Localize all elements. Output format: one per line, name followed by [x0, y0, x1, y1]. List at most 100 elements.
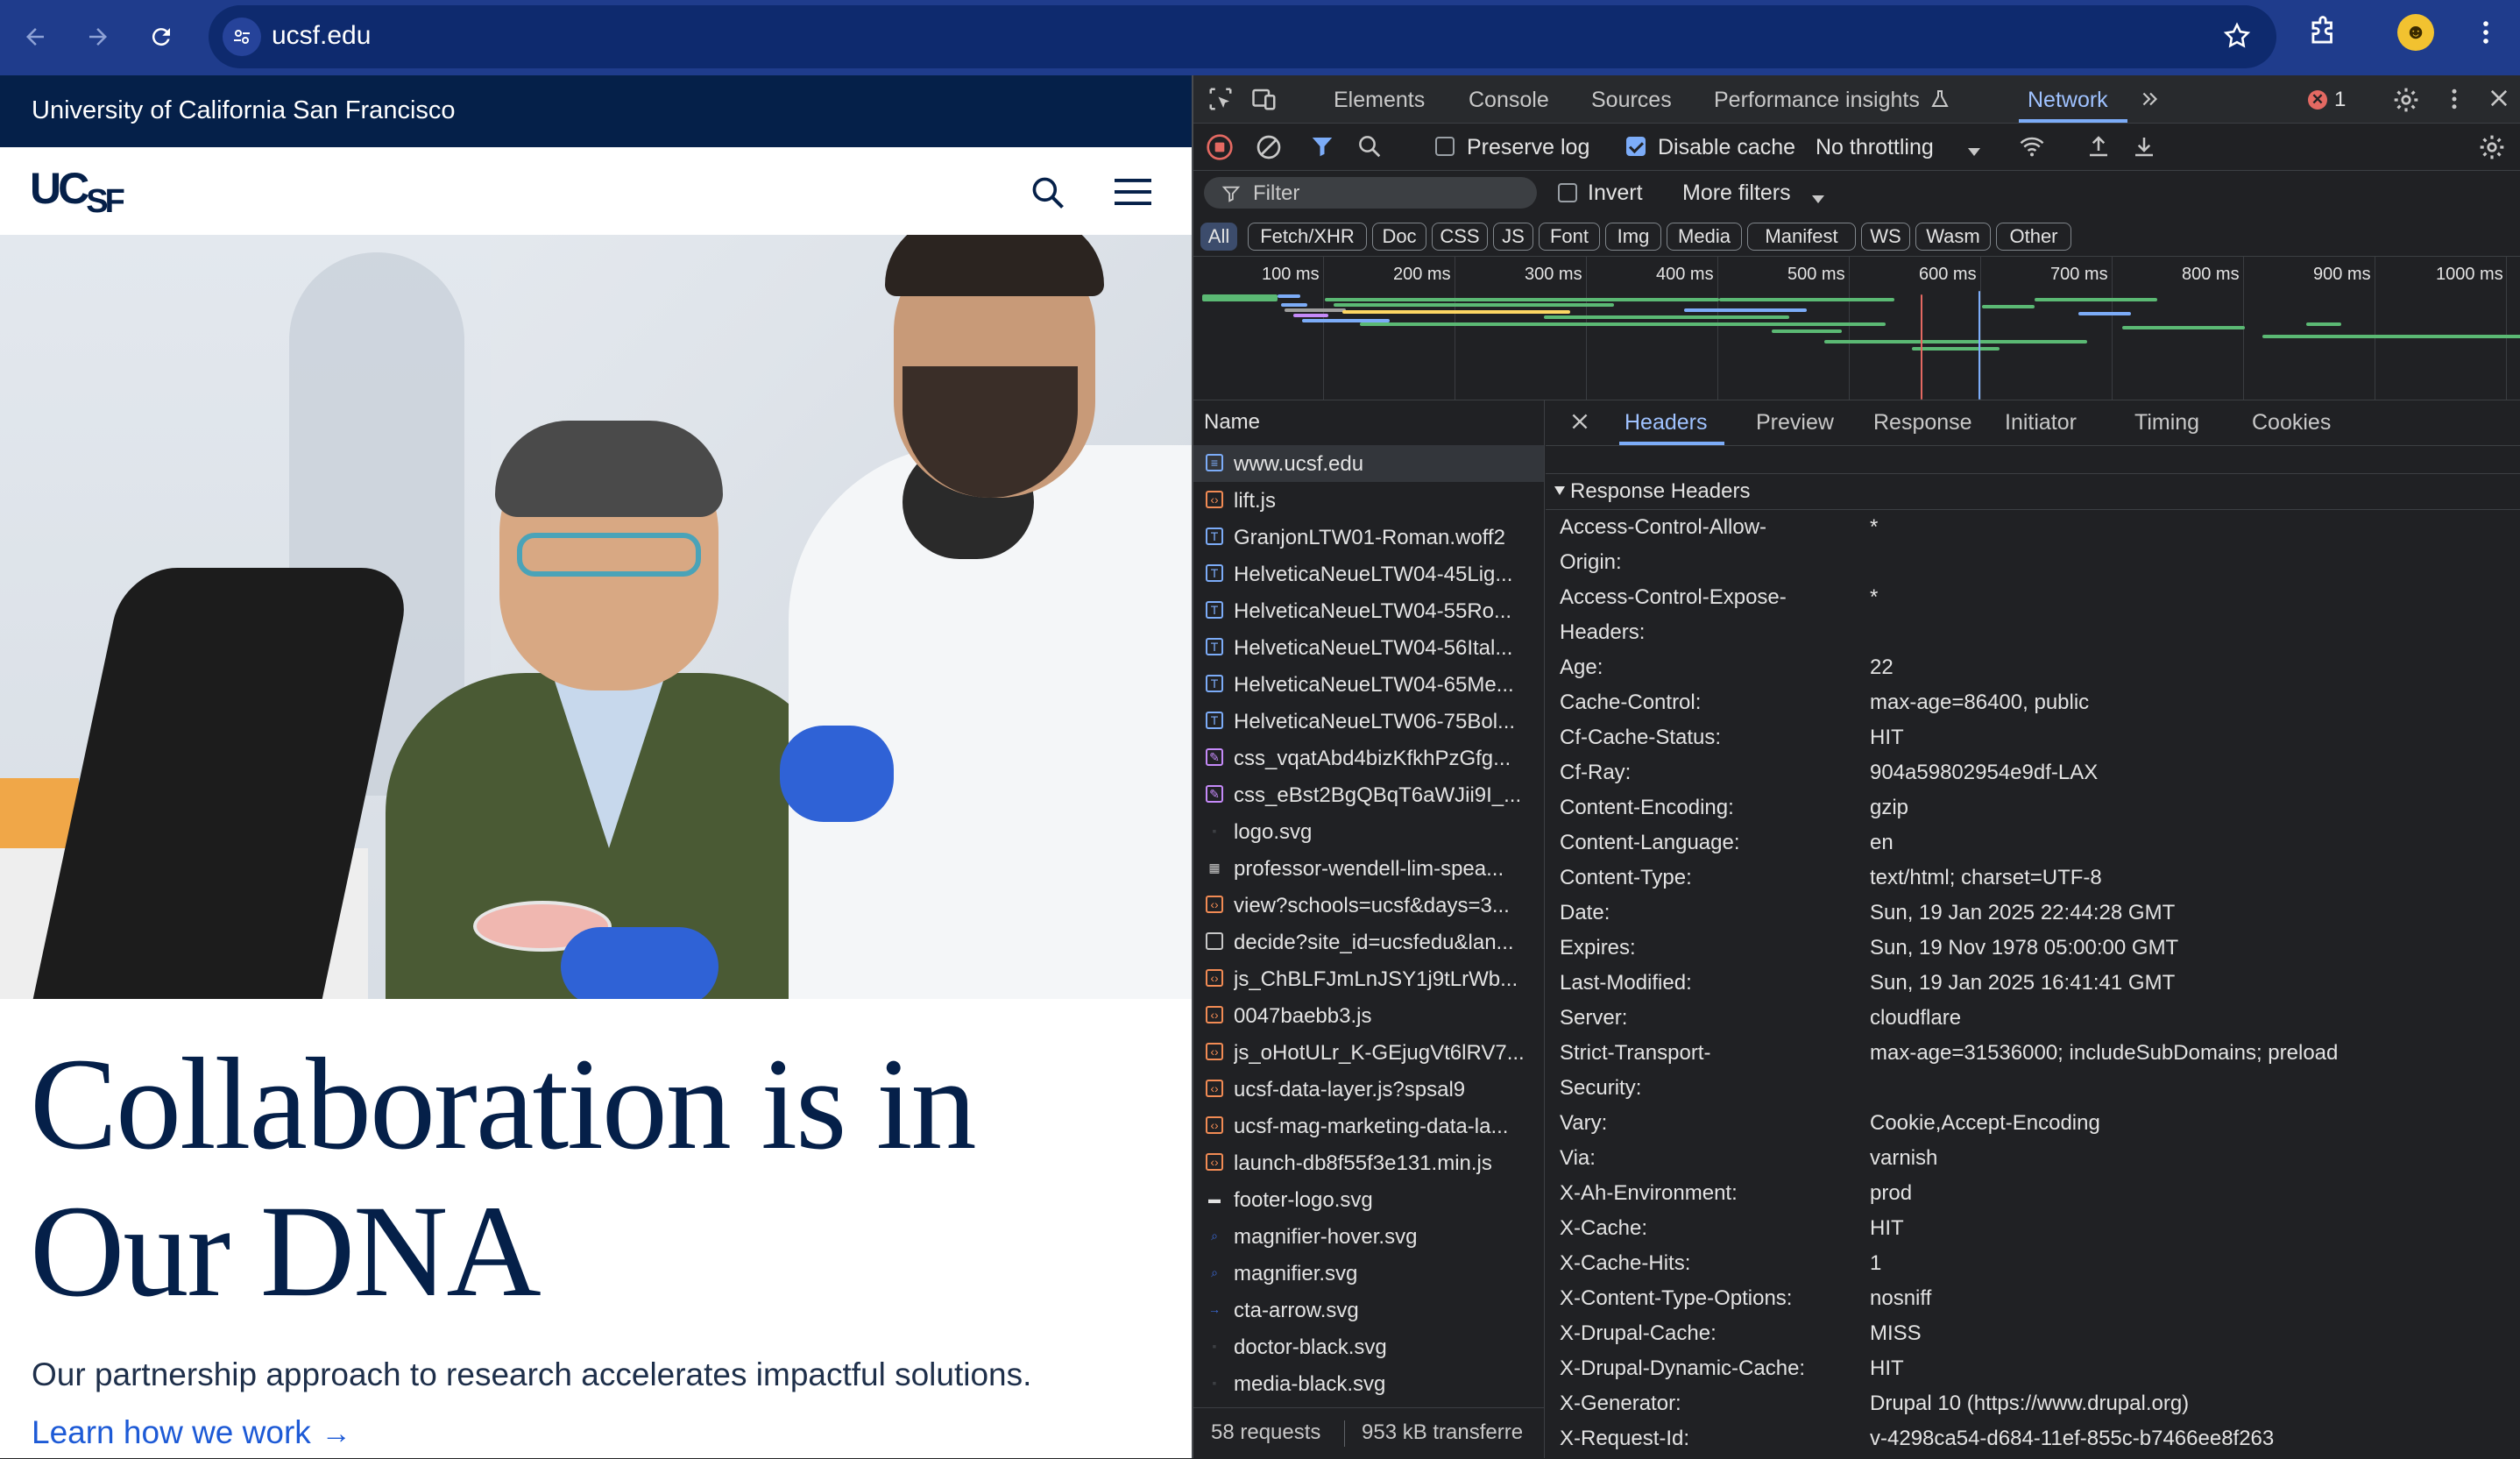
tab-timing[interactable]: Timing — [2134, 410, 2199, 436]
extensions-puzzle-icon[interactable] — [2306, 16, 2339, 53]
tab-elements[interactable]: Elements — [1334, 88, 1425, 113]
clear-icon[interactable] — [1255, 133, 1283, 167]
request-row[interactable]: ‹› lift.js — [1193, 482, 1544, 519]
request-row[interactable]: ‹› launch-db8f55f3e131.min.js — [1193, 1144, 1544, 1181]
devtools-menu-icon[interactable] — [2441, 86, 2467, 118]
type-filter-js[interactable]: JS — [1493, 223, 1533, 251]
type-filter-ws[interactable]: WS — [1861, 223, 1910, 251]
request-row[interactable]: ▪ logo.svg — [1193, 813, 1544, 850]
more-filters-chevron-down-icon[interactable] — [1810, 188, 1826, 212]
throttling-select[interactable]: No throttling — [1816, 135, 1934, 160]
request-row[interactable]: T HelveticaNeueLTW04-56Ital... — [1193, 629, 1544, 666]
type-filter-other[interactable]: Other — [1996, 223, 2071, 251]
researcher-hair — [885, 235, 1104, 296]
request-row[interactable]: ▦ professor-wendell-lim-spea... — [1193, 850, 1544, 887]
disable-cache-checkbox[interactable] — [1626, 137, 1646, 156]
search-icon[interactable] — [1029, 174, 1067, 216]
forward-button[interactable] — [79, 18, 117, 56]
request-row[interactable]: T HelveticaNeueLTW04-45Lig... — [1193, 556, 1544, 592]
type-filter-font[interactable]: Font — [1539, 223, 1600, 251]
response-headers-section[interactable]: Response Headers — [1546, 473, 2520, 510]
learn-how-link[interactable]: Learn how we work → — [32, 1414, 351, 1451]
university-name[interactable]: University of California San Francisco — [32, 96, 456, 125]
request-row[interactable]: T HelveticaNeueLTW06-75Bol... — [1193, 703, 1544, 740]
ucsf-logo[interactable]: UCSF — [30, 163, 125, 220]
close-devtools-icon[interactable] — [2487, 86, 2511, 117]
request-row[interactable]: ‹› 0047baebb3.js — [1193, 997, 1544, 1034]
header-value: Drupal 10 (https://www.drupal.org) — [1870, 1392, 2190, 1415]
type-filter-fetch-xhr[interactable]: Fetch/XHR — [1248, 223, 1367, 251]
address-bar[interactable]: ucsf.edu — [209, 5, 2276, 68]
cta-label: Learn how we work — [32, 1414, 311, 1450]
record-stop-icon[interactable] — [1206, 133, 1234, 167]
more-filters-dropdown[interactable]: More filters — [1682, 181, 1791, 206]
waterfall-bar — [1684, 308, 1807, 312]
request-row[interactable]: T HelveticaNeueLTW04-55Ro... — [1193, 592, 1544, 629]
waterfall-bar — [2262, 335, 2520, 338]
request-row[interactable]: ▪ media-black.svg — [1193, 1365, 1544, 1402]
name-column-header[interactable]: Name — [1193, 400, 1544, 446]
invert-checkbox[interactable] — [1558, 183, 1577, 202]
request-row[interactable]: ‹› js_ChBLFJmLnJSY1j9tLrWb... — [1193, 960, 1544, 997]
hamburger-menu-icon[interactable] — [1115, 177, 1151, 211]
search-icon[interactable] — [1356, 133, 1383, 166]
bookmark-star-icon[interactable] — [2222, 21, 2252, 55]
tab-console[interactable]: Console — [1469, 88, 1549, 113]
request-row[interactable]: → cta-arrow.svg — [1193, 1292, 1544, 1328]
resource-type-js-icon: ‹› — [1206, 1153, 1223, 1171]
tab-headers[interactable]: Headers — [1625, 410, 1708, 436]
browser-menu-icon[interactable] — [2471, 18, 2501, 52]
tab-cookies[interactable]: Cookies — [2252, 410, 2331, 436]
request-row[interactable]: decide?site_id=ucsfedu&lan... — [1193, 924, 1544, 960]
header-value: v-4298ca54-d684-11ef-855c-b7466ee8f263 — [1870, 1427, 2275, 1450]
filter-funnel-icon[interactable] — [1309, 133, 1335, 166]
request-row[interactable]: ‹› ucsf-mag-marketing-data-la... — [1193, 1108, 1544, 1144]
export-har-download-icon[interactable] — [2131, 133, 2157, 166]
request-name: footer-logo.svg — [1234, 1188, 1373, 1212]
import-har-upload-icon[interactable] — [2085, 133, 2112, 166]
type-filter-css[interactable]: CSS — [1432, 223, 1488, 251]
request-row[interactable]: ▪ doctor-black.svg — [1193, 1328, 1544, 1365]
request-row[interactable]: ‹› ucsf-data-layer.js?spsal9 — [1193, 1071, 1544, 1108]
reload-button[interactable] — [142, 18, 181, 56]
network-conditions-wifi-icon[interactable] — [2017, 133, 2047, 166]
type-filter-img[interactable]: Img — [1605, 223, 1661, 251]
tab-performance-insights[interactable]: Performance insights — [1714, 88, 1920, 113]
network-settings-gear-icon[interactable] — [2478, 133, 2506, 167]
settings-gear-icon[interactable] — [2392, 86, 2420, 120]
error-count-badge[interactable]: ✕ 1 — [2308, 88, 2346, 112]
request-row[interactable]: ✎ css_eBst2BgQBqT6aWJii9I_... — [1193, 776, 1544, 813]
network-overview-timeline[interactable]: 100 ms 200 ms 300 ms 400 ms 500 ms 600 m… — [1193, 256, 2520, 400]
type-filter-media[interactable]: Media — [1667, 223, 1742, 251]
profile-avatar[interactable]: ☻ — [2397, 14, 2434, 51]
preserve-log-checkbox[interactable] — [1435, 137, 1455, 156]
request-row[interactable]: ▬ footer-logo.svg — [1193, 1181, 1544, 1218]
request-row[interactable]: T GranjonLTW01-Roman.woff2 — [1193, 519, 1544, 556]
header-value: MISS — [1870, 1321, 1922, 1345]
tab-initiator[interactable]: Initiator — [2005, 410, 2077, 436]
tab-response[interactable]: Response — [1873, 410, 1972, 436]
site-info-button[interactable] — [223, 18, 261, 56]
back-button[interactable] — [16, 18, 54, 56]
type-filter-doc[interactable]: Doc — [1372, 223, 1426, 251]
tab-sources[interactable]: Sources — [1591, 88, 1672, 113]
inspect-element-icon[interactable] — [1207, 86, 1234, 118]
more-tabs-chevron-icon[interactable] — [2138, 88, 2163, 117]
resource-type-svg-dark-icon: ▪ — [1212, 824, 1217, 838]
type-filter-wasm[interactable]: Wasm — [1915, 223, 1991, 251]
throttling-chevron-down-icon[interactable] — [1966, 140, 1982, 165]
request-row[interactable]: ≡ www.ucsf.edu — [1193, 445, 1544, 482]
request-row[interactable]: ✎ css_vqatAbd4bizKfkhPzGfg... — [1193, 740, 1544, 776]
close-detail-icon[interactable] — [1568, 410, 1591, 439]
tab-network[interactable]: Network — [2028, 88, 2108, 113]
type-filter-manifest[interactable]: Manifest — [1747, 223, 1856, 251]
device-toolbar-icon[interactable] — [1251, 86, 1278, 118]
filter-input[interactable]: Filter — [1204, 177, 1537, 209]
request-row[interactable]: ‹› js_oHotULr_K-GEjugVt6lRV7... — [1193, 1034, 1544, 1071]
type-filter-all[interactable]: All — [1200, 223, 1237, 251]
request-row[interactable]: ⌕ magnifier-hover.svg — [1193, 1218, 1544, 1255]
request-row[interactable]: ‹› view?schools=ucsf&days=3... — [1193, 887, 1544, 924]
request-row[interactable]: T HelveticaNeueLTW04-65Me... — [1193, 666, 1544, 703]
tab-preview[interactable]: Preview — [1756, 410, 1834, 436]
request-row[interactable]: ⌕ magnifier.svg — [1193, 1255, 1544, 1292]
